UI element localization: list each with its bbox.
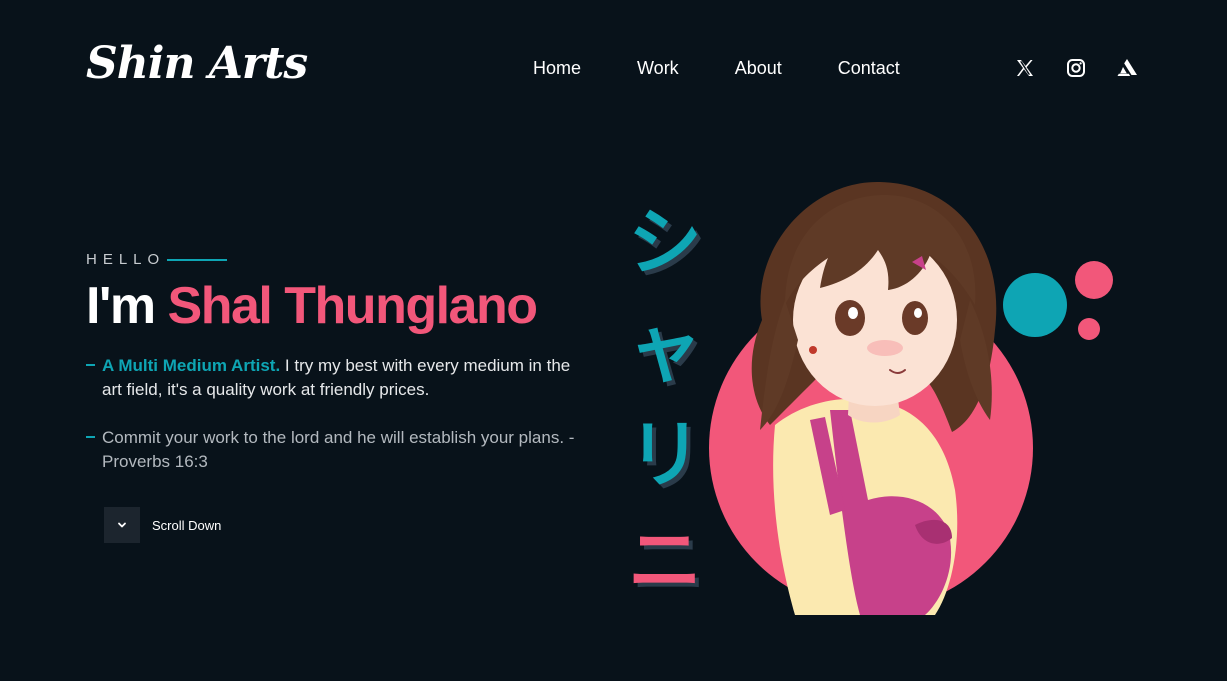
bullet-artist-text: A Multi Medium Artist. I try my best wit… — [102, 354, 586, 402]
bullet-artist: A Multi Medium Artist. I try my best wit… — [86, 354, 586, 402]
earring — [809, 346, 817, 354]
pink-dot-small — [1078, 318, 1100, 340]
headline-prefix: I'm — [86, 277, 156, 335]
bullet-quote: Commit your work to the lord and he will… — [86, 426, 586, 474]
left-eye — [835, 300, 865, 336]
scroll-down-box[interactable] — [104, 507, 140, 543]
nav-work[interactable]: Work — [637, 58, 679, 79]
nav-contact[interactable]: Contact — [838, 58, 900, 79]
greeting-line — [167, 258, 228, 261]
headline-name: Shal Thunglano — [167, 277, 538, 335]
social-links — [1014, 57, 1167, 79]
nav-home[interactable]: Home — [533, 58, 581, 79]
x-twitter-icon[interactable] — [1014, 57, 1036, 79]
character-illustration — [709, 181, 1113, 615]
greeting-text: HELLO — [86, 251, 166, 268]
main-nav: Home Work About Contact — [533, 58, 956, 79]
bullet-dash — [86, 364, 95, 366]
bullet-highlight: A Multi Medium Artist. — [102, 356, 281, 375]
blush — [867, 340, 903, 356]
hero-headline: I'm Shal Thunglano — [86, 276, 538, 336]
page: Shin Arts Home Work About Contact HELLO … — [0, 0, 1227, 681]
bullet-dash — [86, 436, 95, 438]
instagram-icon[interactable] — [1065, 57, 1087, 79]
chevron-down-icon — [118, 522, 126, 528]
bullet-quote-text: Commit your work to the lord and he will… — [102, 428, 575, 471]
greeting-row: HELLO — [86, 251, 228, 268]
teal-dot — [1003, 273, 1067, 337]
pink-dot-large — [1075, 261, 1113, 299]
site-logo[interactable]: Shin Arts — [86, 38, 308, 89]
right-eye — [902, 301, 928, 335]
scroll-down-button[interactable]: Scroll Down — [104, 507, 221, 543]
artstation-icon[interactable] — [1116, 57, 1138, 79]
nav-about[interactable]: About — [735, 58, 782, 79]
scroll-down-label: Scroll Down — [152, 517, 222, 533]
